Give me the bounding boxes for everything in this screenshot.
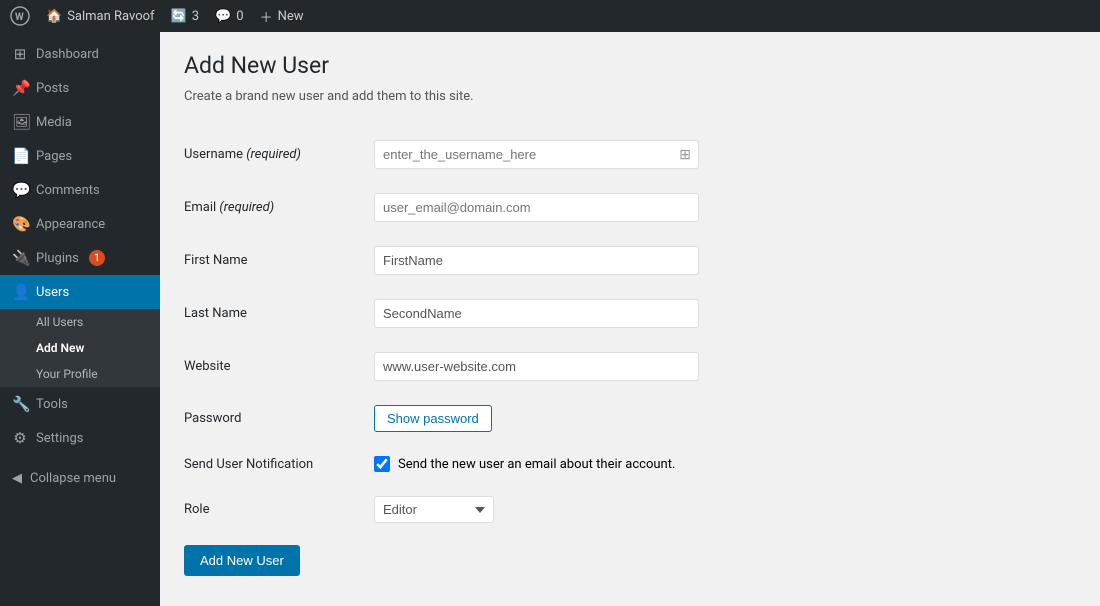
website-input[interactable] — [374, 352, 699, 381]
website-label: Website — [184, 359, 231, 374]
sidebar-label-users: Users — [36, 285, 69, 300]
lastname-input[interactable] — [374, 299, 699, 328]
sidebar-label-pages: Pages — [36, 149, 72, 164]
sidebar-label-posts: Posts — [36, 81, 69, 96]
sidebar-item-users[interactable]: 👤 Users — [0, 275, 160, 309]
username-label: Username (required) — [184, 147, 301, 162]
sidebar-item-settings[interactable]: ⚙ Settings — [0, 421, 160, 455]
page-subtitle: Create a brand new user and add them to … — [184, 89, 1080, 104]
form-row-role: Role Editor Administrator Author Contrib… — [184, 484, 1080, 535]
pages-icon: 📄 — [12, 147, 28, 165]
add-new-user-button[interactable]: Add New User — [184, 545, 300, 576]
media-icon: 🖼 — [12, 113, 28, 131]
sidebar-item-tools[interactable]: 🔧 Tools — [0, 387, 160, 421]
admin-menu: ⊞ Dashboard 📌 Posts 🖼 Media 📄 Pages 💬 Co… — [0, 32, 160, 606]
form-row-notification: Send User Notification Send the new user… — [184, 444, 1080, 484]
page-title: Add New User — [184, 52, 1080, 79]
admin-bar: W 🏠 Salman Ravoof 🔄 3 💬 0 ＋ New — [0, 0, 1100, 32]
email-label: Email (required) — [184, 200, 274, 215]
site-name[interactable]: 🏠 Salman Ravoof — [46, 9, 155, 24]
lastname-label: Last Name — [184, 306, 247, 321]
sidebar-item-pages[interactable]: 📄 Pages — [0, 139, 160, 173]
form-row-password: Password Show password — [184, 393, 1080, 444]
users-submenu: All Users Add New Your Profile — [0, 309, 160, 387]
submenu-add-new[interactable]: Add New — [0, 335, 160, 361]
sidebar-label-plugins: Plugins — [36, 251, 79, 266]
email-input[interactable] — [374, 193, 699, 222]
dashboard-icon: ⊞ — [12, 45, 28, 63]
sidebar-item-dashboard[interactable]: ⊞ Dashboard — [0, 37, 160, 71]
firstname-input[interactable] — [374, 246, 699, 275]
collapse-label: Collapse menu — [30, 471, 116, 486]
username-field-icon: ⊞ — [679, 147, 691, 163]
show-password-button[interactable]: Show password — [374, 405, 492, 432]
form-row-firstname: First Name — [184, 234, 1080, 287]
users-icon: 👤 — [12, 283, 28, 301]
role-select[interactable]: Editor Administrator Author Contributor … — [374, 496, 494, 523]
sidebar-label-dashboard: Dashboard — [36, 47, 99, 62]
svg-text:W: W — [15, 12, 24, 23]
tools-icon: 🔧 — [12, 395, 28, 413]
appearance-icon: 🎨 — [12, 215, 28, 233]
submenu-all-users[interactable]: All Users — [0, 309, 160, 335]
plugins-badge: 1 — [89, 250, 105, 266]
notification-checkbox[interactable] — [374, 456, 390, 472]
form-row-email: Email (required) — [184, 181, 1080, 234]
password-label: Password — [184, 411, 241, 426]
sidebar-item-comments[interactable]: 💬 Comments — [0, 173, 160, 207]
sidebar-item-plugins[interactable]: 🔌 Plugins 1 — [0, 241, 160, 275]
firstname-label: First Name — [184, 253, 248, 268]
username-input[interactable] — [374, 140, 699, 169]
form-row-username: Username (required) ⊞ — [184, 128, 1080, 181]
sidebar-item-posts[interactable]: 📌 Posts — [0, 71, 160, 105]
collapse-icon: ◀ — [12, 471, 22, 486]
sidebar-item-media[interactable]: 🖼 Media — [0, 105, 160, 139]
new-content[interactable]: ＋ New — [260, 7, 304, 26]
comments[interactable]: 💬 0 — [215, 9, 244, 24]
sidebar-item-appearance[interactable]: 🎨 Appearance — [0, 207, 160, 241]
posts-icon: 📌 — [12, 79, 28, 97]
notification-row: Send the new user an email about their a… — [374, 456, 1080, 472]
wp-logo[interactable]: W — [10, 6, 30, 26]
submenu-your-profile[interactable]: Your Profile — [0, 361, 160, 387]
sidebar-label-tools: Tools — [36, 397, 68, 412]
plugins-icon: 🔌 — [12, 249, 28, 267]
sidebar-label-appearance: Appearance — [36, 217, 105, 232]
collapse-menu[interactable]: ◀ Collapse menu — [0, 463, 160, 494]
updates[interactable]: 🔄 3 — [171, 9, 200, 24]
content-area: Add New User Create a brand new user and… — [160, 32, 1100, 606]
sidebar-label-comments: Comments — [36, 183, 100, 198]
comments-icon: 💬 — [12, 181, 28, 199]
notification-label: Send User Notification — [184, 457, 313, 472]
form-row-website: Website — [184, 340, 1080, 393]
settings-icon: ⚙ — [12, 429, 28, 447]
sidebar-label-media: Media — [36, 115, 72, 130]
sidebar-label-settings: Settings — [36, 431, 83, 446]
username-wrap: ⊞ — [374, 140, 699, 169]
role-label: Role — [184, 502, 209, 517]
form-row-lastname: Last Name — [184, 287, 1080, 340]
main-layout: ⊞ Dashboard 📌 Posts 🖼 Media 📄 Pages 💬 Co… — [0, 32, 1100, 606]
add-user-form: Username (required) ⊞ — [184, 128, 1080, 535]
notification-text: Send the new user an email about their a… — [398, 457, 675, 472]
